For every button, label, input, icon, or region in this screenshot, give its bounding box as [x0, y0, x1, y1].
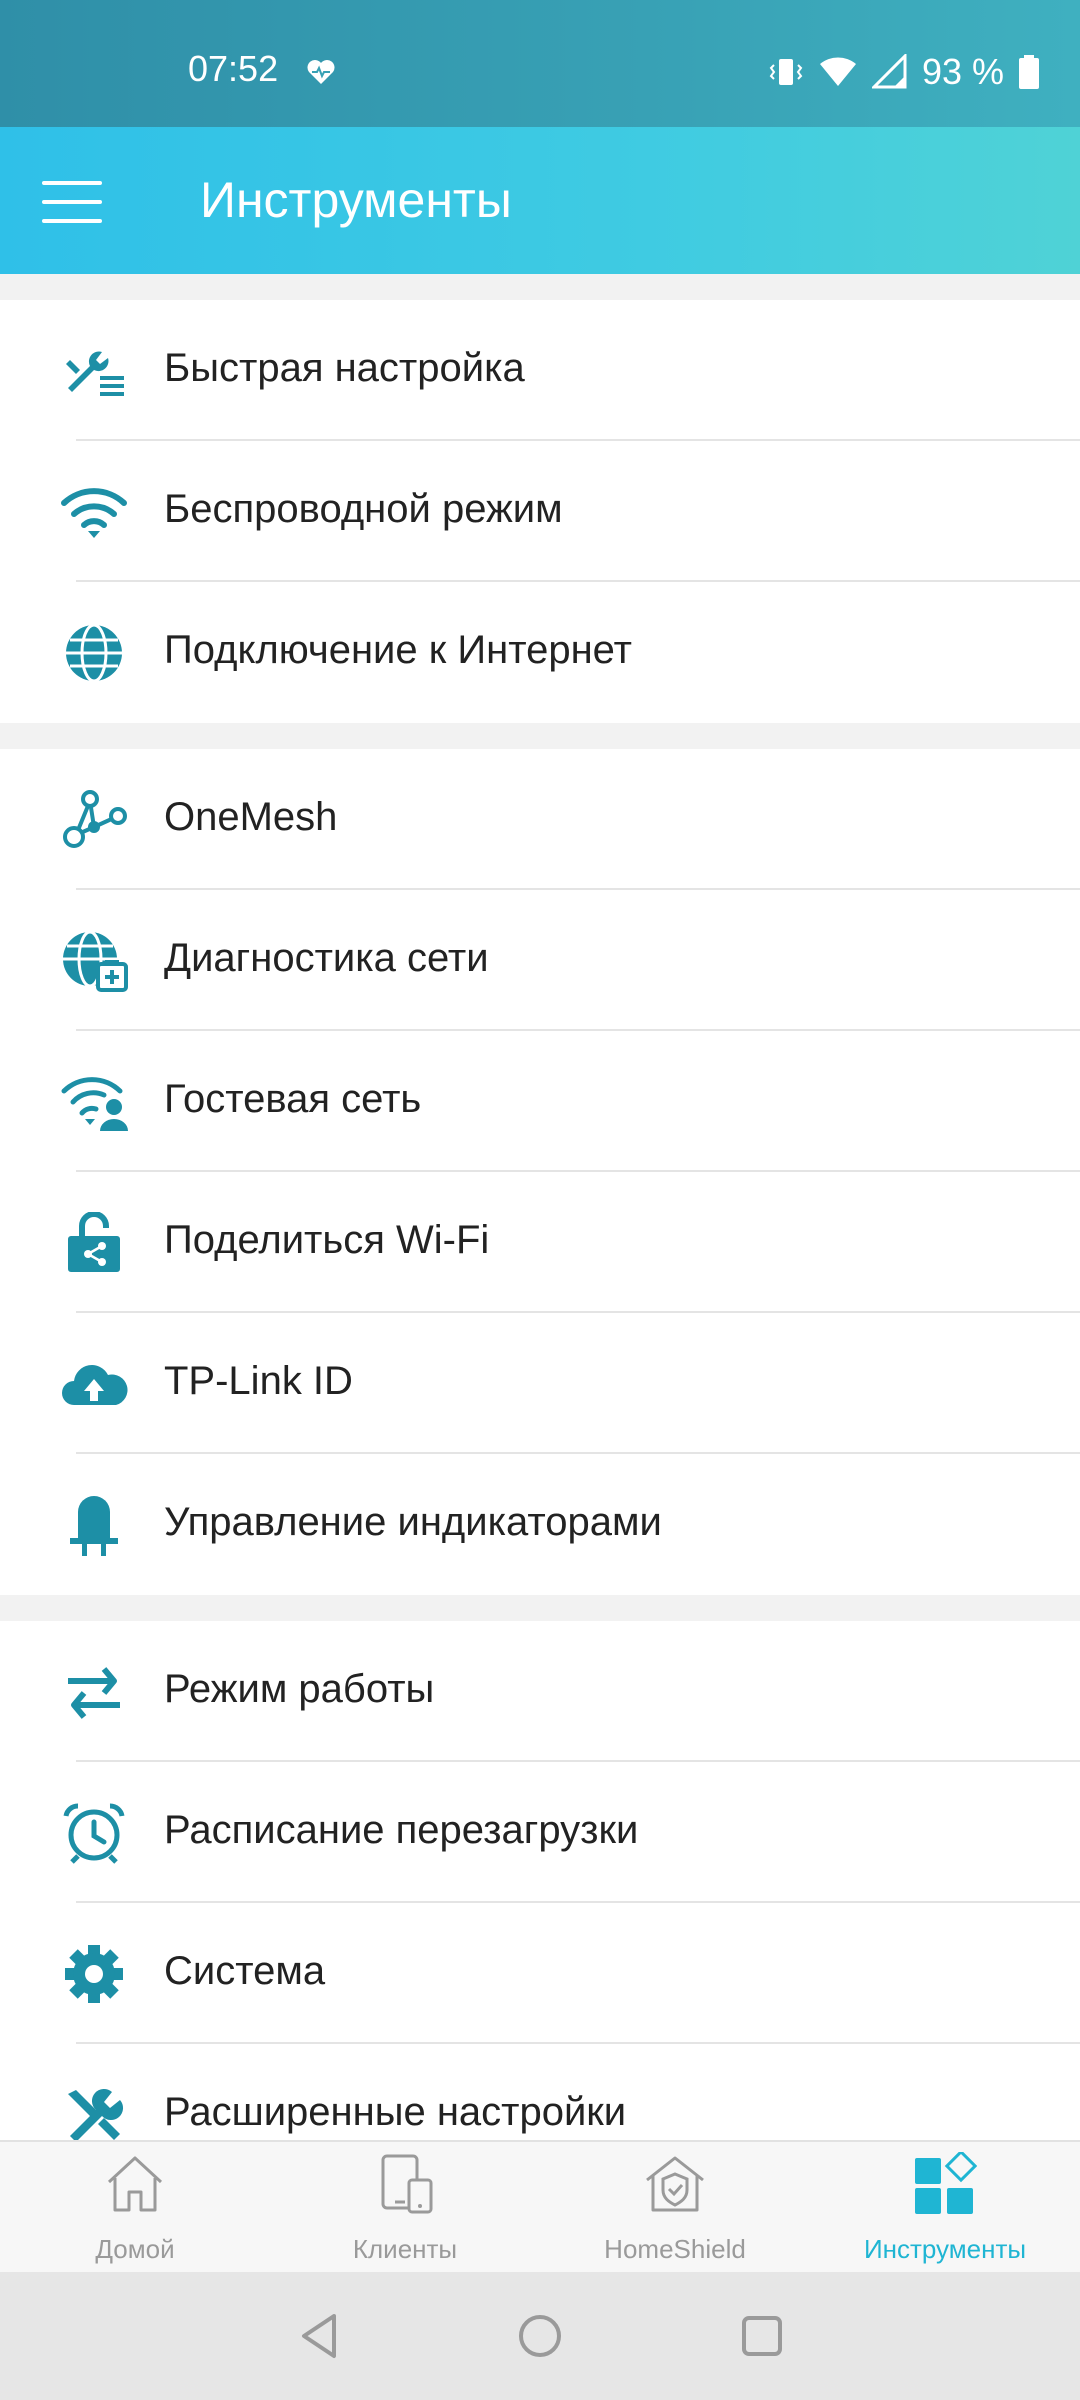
menu-item-wireless[interactable]: Беспроводной режим: [0, 441, 1080, 582]
menu-item-leds[interactable]: Управление индикаторами: [0, 1454, 1080, 1595]
gear-icon: [65, 1945, 123, 2003]
menu-item-label: Быстрая настройка: [164, 346, 525, 390]
system-nav-bar: [0, 2272, 1080, 2400]
tab-homeshield[interactable]: HomeShield: [540, 2142, 810, 2274]
menu-item-tplink-id[interactable]: TP-Link ID: [0, 1313, 1080, 1454]
battery-icon: [1019, 55, 1039, 89]
menu-item-share-wifi[interactable]: Поделиться Wi-Fi: [0, 1172, 1080, 1313]
menu-item-label: OneMesh: [164, 795, 338, 839]
home-circle-icon[interactable]: [510, 2306, 570, 2366]
page-title: Инструменты: [200, 172, 512, 228]
app-bar: Инструменты: [0, 127, 1080, 274]
tools-group-3: Режим работы Расписание перезагрузки Сис…: [0, 1621, 1080, 2140]
tab-tools[interactable]: Инструменты: [810, 2142, 1080, 2274]
globe-icon: [66, 623, 122, 683]
tab-label: Инструменты: [863, 2234, 1027, 2264]
menu-item-reboot-schedule[interactable]: Расписание перезагрузки: [0, 1762, 1080, 1903]
recents-icon[interactable]: [732, 2306, 792, 2366]
menu-item-system[interactable]: Система: [0, 1903, 1080, 2044]
share-wifi-icon: [68, 1212, 120, 1272]
menu-item-label: Управление индикаторами: [164, 1500, 662, 1544]
menu-item-label: Гостевая сеть: [164, 1077, 422, 1121]
shield-icon: [646, 2156, 704, 2212]
alarm-clock-icon: [63, 1803, 125, 1864]
tools-list: Быстрая настройка Беспроводной режим Под…: [0, 274, 1080, 2140]
vibrate-icon: [769, 59, 803, 85]
guest-network-icon: [61, 1077, 128, 1131]
menu-item-label: Расписание перезагрузки: [164, 1808, 639, 1852]
bottom-nav: Домой Клиенты HomeShield Инструменты: [0, 2140, 1080, 2274]
heart-pulse-icon: [307, 60, 335, 84]
menu-item-label: Беспроводной режим: [164, 487, 563, 531]
wifi-icon: [61, 488, 127, 538]
menu-item-operation-mode[interactable]: Режим работы: [0, 1621, 1080, 1762]
menu-item-label: Диагностика сети: [164, 936, 489, 980]
menu-item-quick-setup[interactable]: Быстрая настройка: [0, 300, 1080, 441]
menu-item-guest-network[interactable]: Гостевая сеть: [0, 1031, 1080, 1172]
cellular-signal-icon: [871, 54, 907, 89]
menu-item-internet[interactable]: Подключение к Интернет: [0, 582, 1080, 723]
mesh-icon: [63, 790, 127, 848]
quick-setup-icon: [66, 351, 124, 396]
menu-item-advanced[interactable]: Расширенные настройки: [0, 2044, 1080, 2140]
menu-button[interactable]: [40, 177, 106, 227]
menu-item-label: Расширенные настройки: [164, 2090, 627, 2134]
menu-item-onemesh[interactable]: OneMesh: [0, 749, 1080, 890]
back-icon[interactable]: [290, 2306, 350, 2366]
status-time: 07:52: [188, 48, 279, 89]
led-icon: [70, 1496, 118, 1556]
tools-group-2: OneMesh Диагностика сети Гостевая сеть П…: [0, 749, 1080, 1595]
wifi-signal-icon: [819, 57, 856, 86]
battery-percent: 93 %: [921, 51, 1004, 92]
menu-item-label: Режим работы: [164, 1667, 435, 1711]
tools-icon: [68, 2088, 124, 2140]
devices-icon: [381, 2154, 433, 2214]
cloud-upload-icon: [62, 1365, 128, 1405]
menu-item-label: TP-Link ID: [164, 1359, 353, 1403]
tab-clients[interactable]: Клиенты: [270, 2142, 540, 2274]
swap-arrows-icon: [68, 1667, 120, 1719]
menu-item-label: Поделиться Wi-Fi: [164, 1218, 490, 1262]
tab-label: Клиенты: [352, 2234, 458, 2264]
tab-home[interactable]: Домой: [0, 2142, 270, 2274]
tab-label: HomeShield: [604, 2234, 746, 2264]
network-diagnostics-icon: [63, 930, 128, 992]
tools-group-1: Быстрая настройка Беспроводной режим Под…: [0, 300, 1080, 723]
tools-grid-icon: [915, 2152, 977, 2214]
status-bar: 07:52 93 %: [0, 0, 1080, 127]
menu-item-label: Подключение к Интернет: [164, 628, 632, 672]
menu-item-label: Система: [164, 1949, 326, 1993]
tab-label: Домой: [95, 2234, 175, 2264]
menu-item-diagnostics[interactable]: Диагностика сети: [0, 890, 1080, 1031]
home-icon: [107, 2156, 163, 2212]
